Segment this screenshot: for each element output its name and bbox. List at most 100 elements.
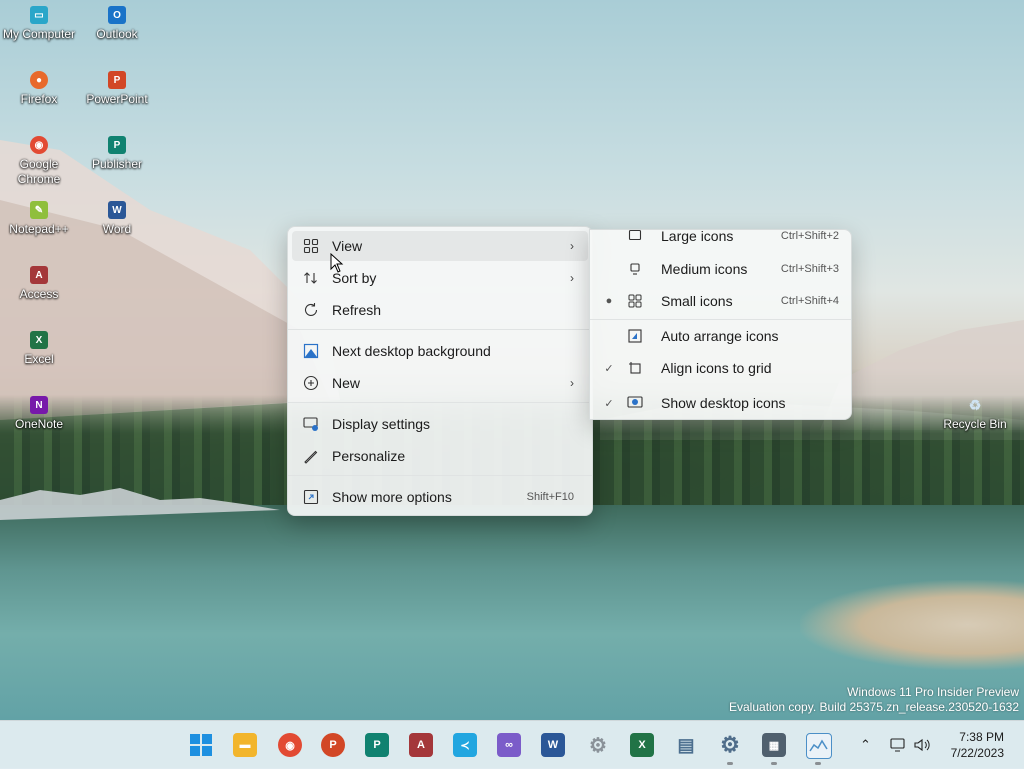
taskbar-clock[interactable]: 7:38 PM 7/22/2023 <box>951 729 1004 761</box>
visual-studio-icon: ∞ <box>505 739 513 751</box>
access-icon: A <box>417 739 425 751</box>
taskbar-settings-tool[interactable]: ⚙ <box>586 733 610 757</box>
taskbar-clipboard[interactable]: ▤ <box>674 733 698 757</box>
show-desktop-icons-icon <box>626 394 644 412</box>
submenu-item-show-desktop-icons[interactable]: ✓ Show desktop icons <box>594 388 849 418</box>
desktop-icon-onenote[interactable]: N OneNote <box>0 396 79 432</box>
settings-gear-icon: ⚙ <box>589 734 607 757</box>
submenu-item-align-icons-to-grid[interactable]: ✓ Align icons to grid <box>594 353 849 383</box>
taskbar-chrome[interactable]: ◉ <box>278 733 302 757</box>
desktop-icon-word[interactable]: W Word <box>77 201 157 237</box>
word-icon: W <box>108 201 126 219</box>
excel-icon: X <box>638 739 646 751</box>
submenu-item-label: Small icons <box>661 293 733 309</box>
watermark-line-1: Windows 11 Pro Insider Preview <box>847 685 1019 699</box>
shortcut-label: Ctrl+Shift+2 <box>780 230 839 242</box>
network-icon[interactable] <box>889 737 907 753</box>
display-settings-icon <box>302 415 320 433</box>
word-icon: W <box>547 739 559 751</box>
submenu-item-label: Large icons <box>661 228 734 244</box>
desktop-icon-label: My Computer <box>2 27 76 41</box>
powerpoint-icon: P <box>329 739 337 751</box>
medium-icons-icon <box>626 260 644 278</box>
checkmark-icon: ✓ <box>604 362 614 375</box>
calculator-icon: ▦ <box>768 739 780 752</box>
show-hidden-icons-chevron-icon[interactable]: ⌃ <box>860 737 871 753</box>
view-grid-icon <box>302 237 320 255</box>
menu-item-new[interactable]: New › <box>292 368 588 398</box>
vscode-icon: ≺ <box>460 739 470 752</box>
desktop-icon-my-computer[interactable]: ▭ My Computer <box>0 6 79 42</box>
taskbar-calculator[interactable]: ▦ <box>762 733 786 757</box>
clock-time: 7:38 PM <box>959 730 1004 744</box>
desktop-icon-publisher[interactable]: P Publisher <box>77 136 157 172</box>
desktop-icon-firefox[interactable]: ● Firefox <box>0 71 79 107</box>
chrome-icon: ◉ <box>30 136 48 154</box>
taskbar: ▬ ◉ P P A ≺ ∞ W ⚙ X ▤ ⚙ ▦ ⌃ 7:38 PM 7/22… <box>0 720 1024 769</box>
chevron-right-icon: › <box>570 376 574 390</box>
taskbar-excel[interactable]: X <box>630 733 654 757</box>
desktop-icon-label: Word <box>102 222 132 236</box>
taskbar-file-explorer[interactable]: ▬ <box>233 733 257 757</box>
chevron-right-icon: › <box>570 239 574 253</box>
mouse-cursor-icon <box>330 253 344 273</box>
small-icons-grid-icon <box>626 292 644 310</box>
wallpaper-sandbar <box>800 580 1024 670</box>
desktop-icon-powerpoint[interactable]: P PowerPoint <box>77 71 157 107</box>
menu-separator <box>288 329 592 330</box>
desktop-icon-outlook[interactable]: O Outlook <box>77 6 157 42</box>
submenu-item-large-icons[interactable]: Large icons Ctrl+Shift+2 <box>594 221 849 251</box>
radio-dot-icon: ● <box>605 295 613 307</box>
taskbar-visual-studio[interactable]: ∞ <box>497 733 521 757</box>
menu-item-show-more-options[interactable]: Show more options Shift+F10 <box>292 482 588 512</box>
volume-icon[interactable] <box>913 737 931 753</box>
shortcut-label: Shift+F10 <box>526 491 574 503</box>
taskbar-settings[interactable]: ⚙ <box>718 732 742 757</box>
submenu-item-small-icons[interactable]: ● Small icons Ctrl+Shift+4 <box>594 286 849 316</box>
system-tray: ⌃ <box>860 721 931 769</box>
desktop-icon-label: Access <box>19 287 59 301</box>
menu-item-next-desktop-background[interactable]: Next desktop background <box>292 336 588 366</box>
desktop-icon-label: OneNote <box>14 417 64 431</box>
menu-item-label: Show more options <box>332 489 452 505</box>
running-indicator <box>727 762 733 765</box>
desktop-icon-label: Notepad++ <box>9 222 69 236</box>
desktop-icon-notepad-plus-plus[interactable]: ✎ Notepad++ <box>0 201 79 237</box>
chevron-right-icon: › <box>570 271 574 285</box>
menu-item-refresh[interactable]: Refresh <box>292 295 588 325</box>
desktop-icon-label: Google Chrome <box>17 157 61 186</box>
menu-item-personalize[interactable]: Personalize <box>292 441 588 471</box>
taskbar-powerpoint[interactable]: P <box>321 733 345 757</box>
taskbar-task-manager[interactable] <box>806 733 832 759</box>
submenu-item-auto-arrange-icons[interactable]: Auto arrange icons <box>594 321 849 351</box>
desktop-icon-excel[interactable]: X Excel <box>0 331 79 367</box>
chrome-icon: ◉ <box>285 739 295 752</box>
desktop-icon-access[interactable]: A Access <box>0 266 79 302</box>
view-submenu: Large icons Ctrl+Shift+2 Medium icons Ct… <box>589 228 852 420</box>
next-background-icon <box>302 342 320 360</box>
menu-item-label: View <box>332 238 363 254</box>
submenu-item-label: Align icons to grid <box>661 360 772 376</box>
shortcut-label: Ctrl+Shift+3 <box>780 263 839 275</box>
task-manager-icon <box>809 739 828 752</box>
sort-arrows-icon <box>302 269 320 287</box>
taskbar-publisher[interactable]: P <box>365 733 389 757</box>
desktop-icon-google-chrome[interactable]: ◉ Google Chrome <box>0 136 79 187</box>
taskbar-vscode[interactable]: ≺ <box>453 733 477 757</box>
taskbar-access[interactable]: A <box>409 733 433 757</box>
taskbar-word[interactable]: W <box>541 733 565 757</box>
desktop-icon-recycle-bin[interactable]: ♻ Recycle Bin <box>935 396 1015 432</box>
menu-item-display-settings[interactable]: Display settings <box>292 409 588 439</box>
submenu-item-medium-icons[interactable]: Medium icons Ctrl+Shift+3 <box>594 254 849 284</box>
refresh-icon <box>302 301 320 319</box>
desktop-icon-label: Recycle Bin <box>943 417 1007 431</box>
watermark-line-2: Evaluation copy. Build 25375.zn_release.… <box>729 700 1019 714</box>
submenu-separator <box>590 319 851 320</box>
desktop-icon-label: Outlook <box>96 27 138 41</box>
checkmark-icon: ✓ <box>604 397 614 410</box>
desktop-icon-label: PowerPoint <box>86 92 148 106</box>
publisher-icon: P <box>108 136 126 154</box>
file-explorer-icon: ▬ <box>239 739 251 751</box>
start-button[interactable] <box>189 733 213 757</box>
pen-brush-icon <box>302 447 320 465</box>
